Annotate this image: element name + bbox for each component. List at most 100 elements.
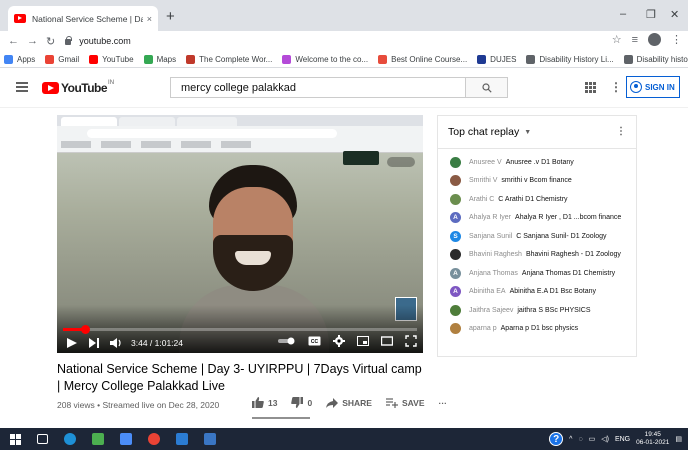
guide-menu-icon[interactable] — [16, 82, 28, 92]
search-input[interactable]: mercy college palakkad — [170, 77, 466, 98]
youtube-favicon-icon — [14, 14, 26, 23]
chat-avatar[interactable] — [450, 175, 461, 187]
back-icon[interactable]: ← — [8, 35, 19, 47]
chat-avatar[interactable] — [450, 323, 461, 335]
chat-avatar[interactable] — [450, 304, 461, 316]
chrome-icon[interactable] — [148, 433, 160, 445]
dropdown-caret-icon[interactable]: ▼ — [524, 129, 531, 136]
player-right-controls: CC — [278, 335, 417, 347]
bookmark-item[interactable]: YouTube — [89, 54, 134, 64]
clock[interactable]: 19:45 06-01-2021 — [636, 431, 669, 447]
settings-more-icon[interactable]: ⋮ — [610, 80, 622, 94]
network-icon[interactable]: ◌ — [578, 436, 582, 443]
dislike-button[interactable]: 0 — [291, 397, 312, 408]
windows-start-icon[interactable] — [10, 433, 21, 445]
excel-icon[interactable] — [92, 433, 104, 445]
chat-author[interactable]: aparna p — [469, 325, 497, 332]
chat-avatar[interactable]: A — [450, 267, 461, 279]
volume-icon[interactable] — [109, 337, 123, 349]
chat-avatar[interactable] — [450, 156, 461, 168]
captions-icon[interactable]: CC — [308, 336, 321, 346]
bookmark-favicon-icon — [45, 54, 55, 64]
show-hidden-icons-icon[interactable]: ^ — [569, 436, 572, 443]
lock-icon — [65, 36, 73, 45]
sign-in-button[interactable]: SIGN IN — [626, 76, 680, 98]
bookmark-item[interactable]: Disability history - T... — [623, 54, 688, 64]
chat-avatar[interactable]: A — [450, 212, 461, 224]
share-label: SHARE — [342, 397, 372, 408]
bookmark-item[interactable]: Welcome to the co... — [282, 54, 369, 64]
chat-more-icon[interactable]: ⋮ — [616, 126, 626, 137]
maximize-button[interactable]: ❐ — [646, 8, 656, 21]
video-frame-badge — [343, 151, 379, 165]
task-view-icon[interactable] — [37, 434, 48, 444]
notifications-icon[interactable]: ▤ — [675, 435, 682, 443]
bookmark-item[interactable]: Gmail — [45, 54, 79, 64]
like-button[interactable]: 13 — [252, 397, 277, 408]
theater-mode-icon[interactable] — [381, 336, 393, 346]
chat-author[interactable]: Arathi C — [469, 196, 494, 203]
chat-avatar[interactable] — [450, 193, 461, 205]
close-window-button[interactable]: ✕ — [670, 8, 679, 21]
chat-author[interactable]: Sanjana Sunil — [469, 233, 512, 240]
play-icon[interactable] — [65, 337, 79, 349]
bookmark-item[interactable]: DUJES — [477, 54, 516, 64]
bookmark-item[interactable]: Disability History Li... — [526, 54, 614, 64]
browser-tab[interactable]: National Service Scheme | Day 3 × — [8, 6, 158, 31]
browser-menu-icon[interactable]: ⋮ — [671, 33, 682, 46]
fullscreen-icon[interactable] — [405, 335, 417, 347]
forward-icon[interactable]: → — [27, 35, 38, 47]
reload-icon[interactable]: ↻ — [46, 35, 55, 48]
edge-browser-icon[interactable] — [64, 433, 76, 445]
new-tab-button[interactable]: + — [166, 8, 175, 25]
photos-icon[interactable] — [204, 433, 216, 445]
chat-author[interactable]: Anusree V — [469, 159, 502, 166]
bookmark-star-icon[interactable]: ☆ — [612, 33, 622, 46]
profile-avatar-icon[interactable] — [648, 33, 661, 46]
settings-gear-icon[interactable] — [333, 335, 345, 347]
progress-bar[interactable] — [63, 325, 417, 334]
apps-grid-icon[interactable] — [585, 82, 596, 93]
reading-list-icon[interactable]: ≡ — [632, 34, 638, 46]
tab-close-icon[interactable]: × — [147, 14, 152, 24]
chat-author[interactable]: Bhavini Raghesh — [469, 251, 522, 258]
address-bar[interactable]: youtube.com — [65, 36, 131, 46]
minimize-button[interactable]: – — [620, 8, 626, 20]
chat-avatar[interactable]: A — [450, 286, 461, 298]
youtube-play-logo-icon — [42, 82, 59, 94]
bookmark-label: Welcome to the co... — [295, 54, 369, 64]
chat-avatar[interactable] — [450, 249, 461, 261]
chat-author[interactable]: Jaithra Sajeev — [469, 307, 513, 314]
sign-in-label: SIGN IN — [645, 82, 675, 92]
bookmark-favicon-icon — [477, 54, 487, 64]
save-button[interactable]: SAVE — [385, 398, 425, 408]
share-button[interactable]: SHARE — [326, 397, 372, 408]
more-actions-button[interactable]: ··· — [439, 398, 448, 408]
chat-author[interactable]: Abinitha EA — [469, 288, 506, 295]
battery-icon[interactable]: ▭ — [589, 435, 596, 443]
chat-author[interactable]: Ahalya R Iyer — [469, 214, 511, 221]
bookmark-item[interactable]: Best Online Course... — [378, 54, 467, 64]
video-player[interactable]: 3:44 / 1:01:24 CC — [57, 115, 423, 353]
bookmark-item[interactable]: Apps — [4, 54, 35, 64]
chat-avatar[interactable]: S — [450, 230, 461, 242]
store-icon[interactable] — [120, 433, 132, 445]
chat-mode-selector[interactable]: Top chat replay — [448, 126, 519, 138]
tab-title: National Service Scheme | Day 3 — [32, 13, 143, 24]
help-icon[interactable]: ? — [549, 432, 564, 446]
address-toolbar: ← → ↻ youtube.com — [0, 31, 688, 51]
bookmark-item[interactable]: Maps — [143, 54, 176, 64]
chat-author[interactable]: Smrithi V — [469, 177, 497, 184]
autoplay-toggle[interactable] — [278, 337, 296, 345]
speaker-icon[interactable]: ◁) — [601, 435, 609, 443]
next-icon[interactable] — [87, 337, 101, 349]
miniplayer-icon[interactable] — [357, 336, 369, 346]
language-indicator[interactable]: ENG — [615, 436, 630, 443]
chat-author[interactable]: Anjana Thomas — [469, 270, 518, 277]
youtube-logo[interactable]: YouTube IN — [42, 80, 114, 95]
chat-message: Anusree V Anusree .v D1 Botany — [438, 153, 636, 172]
chat-text: C Sanjana Sunil- D1 Zoology — [516, 232, 607, 240]
bookmark-item[interactable]: The Complete Wor... — [186, 54, 272, 64]
word-icon[interactable] — [176, 433, 188, 445]
search-button[interactable] — [466, 77, 508, 98]
